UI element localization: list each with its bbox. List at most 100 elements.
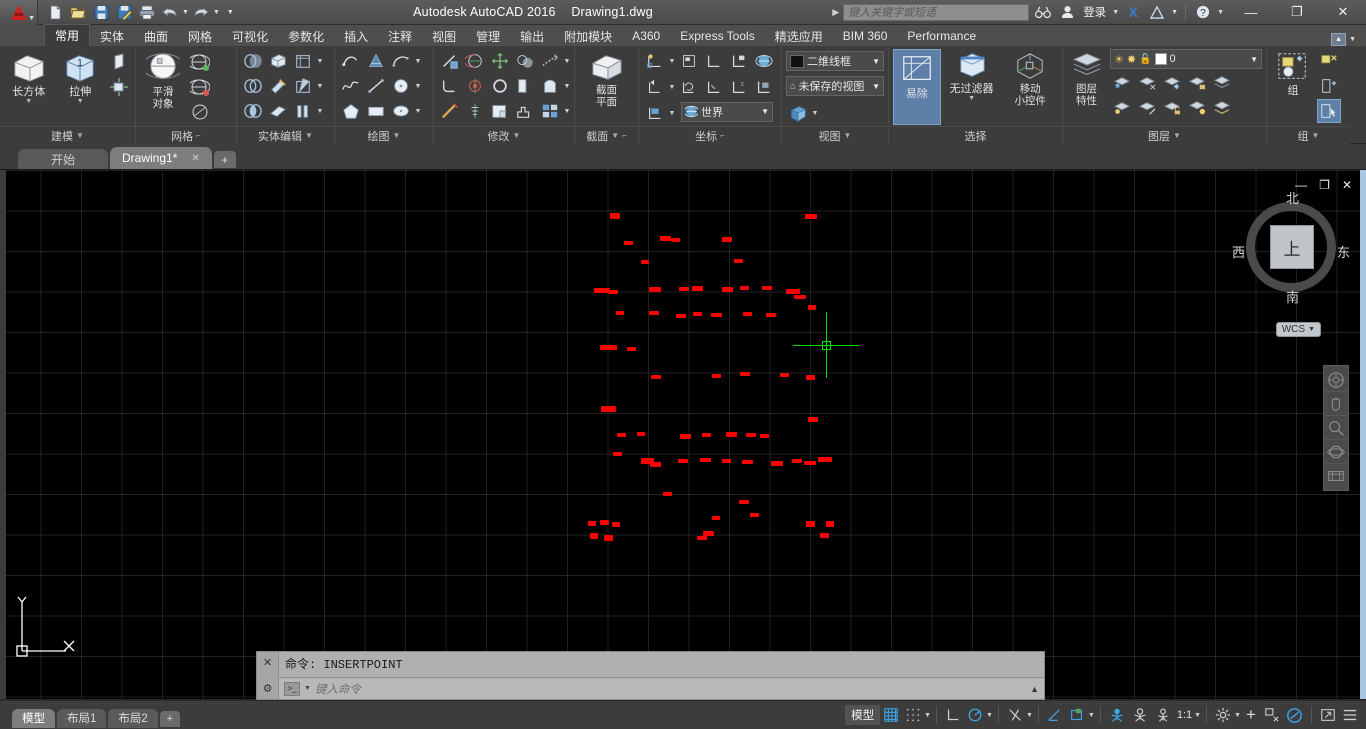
workspace-switch-icon[interactable] <box>1212 704 1234 726</box>
offset-edge-icon[interactable] <box>488 99 512 123</box>
isolate-objects-icon[interactable] <box>1261 704 1283 726</box>
ucs-icon[interactable] <box>643 49 667 73</box>
save-icon[interactable] <box>90 1 112 23</box>
sun-icon[interactable]: ✸ <box>1127 53 1136 66</box>
command-line-grip[interactable]: ✕ ⚙ <box>257 652 279 699</box>
dialog-launcher-icon[interactable]: ⌐ <box>622 131 627 140</box>
polar-tracking-toggle[interactable] <box>964 704 986 726</box>
chevron-down-icon[interactable]: ▼ <box>25 98 32 105</box>
transparency-toggle[interactable] <box>1129 704 1152 726</box>
ortho-mode-toggle[interactable] <box>942 704 964 726</box>
command-input-placeholder[interactable]: 键入命令 <box>315 681 1026 697</box>
ribbon-tab-performance[interactable]: Performance <box>897 26 986 46</box>
spline-icon[interactable] <box>339 74 363 98</box>
file-tab-start[interactable]: 开始 <box>18 149 108 169</box>
ribbon-tab-mesh[interactable]: 网格 <box>178 26 222 46</box>
no-filter-tool-button[interactable]: 无过滤器 ▼ <box>943 49 1001 102</box>
binoculars-icon[interactable] <box>1033 2 1053 22</box>
user-account-icon[interactable] <box>1057 2 1077 22</box>
close-icon[interactable]: ✕ <box>191 153 199 164</box>
panel-coordinates-label[interactable]: 坐标 ⌐ <box>639 126 781 144</box>
ucs-z-icon[interactable]: z <box>727 75 751 99</box>
rectangle-icon[interactable] <box>364 99 388 123</box>
layer-states-icon[interactable] <box>1210 96 1234 120</box>
unlock-icon[interactable]: 🔓 <box>1139 54 1151 65</box>
isometric-draft-toggle[interactable] <box>1004 704 1026 726</box>
dialog-launcher-icon[interactable]: ⌐ <box>196 131 201 140</box>
pan-icon[interactable] <box>1324 392 1348 416</box>
command-prompt-icon[interactable]: >_ <box>284 681 300 696</box>
chevron-down-icon[interactable]: ▼ <box>316 83 324 90</box>
smooth-less-icon[interactable] <box>188 75 212 99</box>
view-cube-south-label[interactable]: 南 <box>1286 287 1299 306</box>
separate-icon[interactable] <box>266 99 290 123</box>
3dmove-icon[interactable] <box>488 49 512 73</box>
file-tab-drawing1[interactable]: Drawing1* ✕ <box>110 147 212 169</box>
line-icon[interactable] <box>364 74 388 98</box>
chevron-down-icon[interactable]: ▼ <box>1312 131 1320 140</box>
drawing-close-button[interactable]: ✕ <box>1342 178 1352 192</box>
layer-off-icon[interactable] <box>1160 71 1184 95</box>
snap-mode-toggle[interactable] <box>902 704 924 726</box>
panel-layers-label[interactable]: 图层 ▼ <box>1063 126 1266 144</box>
ucs-face-icon[interactable] <box>752 75 776 99</box>
smooth-more-icon[interactable] <box>188 50 212 74</box>
ribbon-tab-manage[interactable]: 管理 <box>466 26 510 46</box>
array-icon[interactable] <box>538 99 562 123</box>
steering-wheel-icon[interactable] <box>1324 368 1348 392</box>
slice-icon[interactable] <box>513 74 537 98</box>
color-swatch-icon[interactable] <box>1154 53 1167 65</box>
polygon-icon[interactable] <box>339 99 363 123</box>
ungroup-icon[interactable] <box>1317 49 1341 73</box>
chevron-down-icon[interactable]: ▼ <box>414 108 422 115</box>
selection-cycling-toggle[interactable] <box>1152 704 1175 726</box>
extract-edges-icon[interactable] <box>513 99 537 123</box>
layer-previous-icon[interactable] <box>1185 96 1209 120</box>
ribbon-tab-bim360[interactable]: BIM 360 <box>833 26 898 46</box>
sign-in-label[interactable]: 登录 <box>1081 4 1108 20</box>
chevron-down-icon[interactable]: ▼ <box>563 83 571 90</box>
redo-dropdown-icon[interactable]: ▼ <box>213 9 220 16</box>
trim-icon[interactable] <box>438 49 462 73</box>
layer-isolate-icon[interactable] <box>1110 71 1134 95</box>
move-gizmo-tool-button[interactable]: 移动 小控件 <box>1002 49 1058 107</box>
group-selection-icon[interactable] <box>1317 99 1341 123</box>
chevron-down-icon[interactable]: ▼ <box>77 98 84 105</box>
chevron-down-icon[interactable]: ▼ <box>1088 712 1095 719</box>
3drotate-icon[interactable] <box>463 49 487 73</box>
3darray-icon[interactable] <box>488 74 512 98</box>
dialog-launcher-icon[interactable]: ⌐ <box>720 131 725 140</box>
ribbon-tab-addins[interactable]: 附加模块 <box>554 26 622 46</box>
group-tool-button[interactable]: 组 <box>1271 49 1315 97</box>
clean-screen-icon[interactable] <box>1317 704 1339 726</box>
chevron-down-icon[interactable]: ▼ <box>668 84 676 91</box>
ribbon-tab-visualize[interactable]: 可视化 <box>222 26 278 46</box>
chevron-down-icon[interactable]: ▼ <box>844 131 852 140</box>
view-cube[interactable]: 上 北 南 西 东 <box>1232 191 1350 305</box>
ellipse-icon[interactable] <box>389 99 413 123</box>
search-input[interactable]: 键入关键字或短语 <box>843 3 1030 21</box>
layer-combo[interactable]: ☀ ✸ 🔓 0 ▼ <box>1110 49 1262 69</box>
layout-tab-layout2[interactable]: 布局2 <box>108 708 158 728</box>
chevron-down-icon[interactable]: ▼ <box>304 685 311 692</box>
orbit-icon[interactable] <box>1324 440 1348 464</box>
close-icon[interactable]: ✕ <box>263 656 272 669</box>
open-file-icon[interactable] <box>67 1 89 23</box>
help-icon[interactable]: ? <box>1193 2 1213 22</box>
panel-solid-edit-label[interactable]: 实体编辑 ▼ <box>237 126 334 144</box>
object-snap-tracking-toggle[interactable] <box>1044 704 1066 726</box>
panel-selection-label[interactable]: 选择 <box>889 126 1062 144</box>
drawing-minimize-button[interactable]: — <box>1295 178 1307 192</box>
ribbon-minimize-control[interactable]: ▲ ▼ <box>1331 33 1366 46</box>
chevron-down-icon[interactable]: ▼ <box>1173 131 1181 140</box>
drawing-restore-button[interactable]: ❐ <box>1319 178 1330 192</box>
command-line-window[interactable]: ✕ ⚙ 命令: INSERTPOINT >_ ▼ 键入命令 ▲ <box>256 651 1045 700</box>
chevron-down-icon[interactable]: ▼ <box>513 131 521 140</box>
ucs-y-icon[interactable] <box>702 75 726 99</box>
chevron-down-icon[interactable]: ▼ <box>761 107 769 116</box>
panel-section-label[interactable]: 截面 ▼ ⌐ <box>575 126 638 144</box>
view-cube-face[interactable]: 上 <box>1270 225 1314 269</box>
3dmirror-icon[interactable] <box>463 74 487 98</box>
layer-properties-button[interactable]: 图层 特性 <box>1067 49 1106 107</box>
ribbon-tab-parametric[interactable]: 参数化 <box>278 26 334 46</box>
